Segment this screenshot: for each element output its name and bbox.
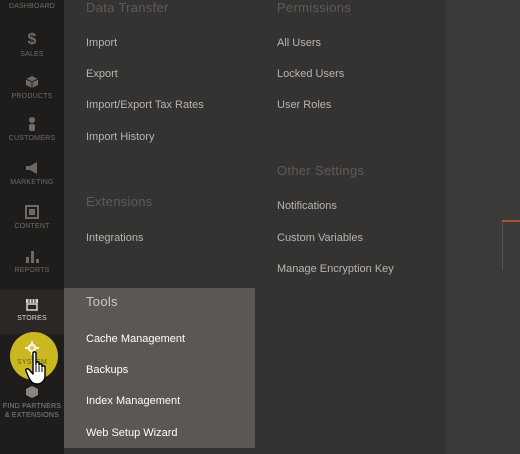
menu-link-index-management[interactable]: Index Management <box>86 395 180 407</box>
page-accent-line <box>502 220 520 222</box>
menu-link-all-users[interactable]: All Users <box>277 37 321 49</box>
nav-item-label: PRODUCTS <box>11 93 53 100</box>
nav-item-products[interactable]: PRODUCTS <box>0 74 64 101</box>
hand-pointer-icon <box>25 351 46 385</box>
admin-nav-rail: DASHBOARD $ SALES PRODUCTS CUSTOMERS MAR… <box>0 0 64 454</box>
store-icon <box>26 299 38 311</box>
group-title-permissions: Permissions <box>277 0 352 15</box>
nav-item-label: STORES <box>17 315 47 322</box>
nav-item-stores[interactable]: STORES <box>0 290 64 334</box>
group-title-extensions: Extensions <box>86 194 153 209</box>
group-title-data-transfer: Data Transfer <box>86 0 169 15</box>
dollar-icon: $ <box>27 31 37 48</box>
system-flyout-menu: Data Transfer Import Export Import/Expor… <box>64 0 446 454</box>
layout-icon <box>25 205 39 219</box>
nav-item-dashboard[interactable]: DASHBOARD <box>0 2 64 11</box>
menu-link-notifications[interactable]: Notifications <box>277 200 337 212</box>
menu-link-import-export-tax-rates[interactable]: Import/Export Tax Rates <box>86 99 204 111</box>
nav-item-find-partners[interactable]: FIND PARTNERS & EXTENSIONS <box>0 384 64 420</box>
menu-link-manage-encryption-key[interactable]: Manage Encryption Key <box>277 263 394 275</box>
person-icon <box>29 117 35 131</box>
page-content-overlay <box>446 0 520 454</box>
menu-link-cache-management[interactable]: Cache Management <box>86 333 185 345</box>
nav-item-marketing[interactable]: MARKETING <box>0 160 64 187</box>
menu-link-web-setup-wizard[interactable]: Web Setup Wizard <box>86 427 178 439</box>
group-title-other-settings: Other Settings <box>277 163 365 178</box>
menu-link-integrations[interactable]: Integrations <box>86 232 143 244</box>
nav-item-label: FIND PARTNERS & EXTENSIONS <box>2 403 62 419</box>
nav-item-customers[interactable]: CUSTOMERS <box>0 116 64 143</box>
nav-item-label: MARKETING <box>10 179 54 186</box>
nav-item-reports[interactable]: REPORTS <box>0 248 64 275</box>
menu-link-locked-users[interactable]: Locked Users <box>277 68 344 80</box>
page-divider-line <box>502 222 503 270</box>
menu-link-export[interactable]: Export <box>86 68 118 80</box>
nav-item-label: CONTENT <box>14 223 50 230</box>
menu-link-user-roles[interactable]: User Roles <box>277 99 331 111</box>
bar-chart-icon <box>26 251 39 263</box>
cube-icon <box>25 76 39 88</box>
nav-item-content[interactable]: CONTENT <box>0 204 64 231</box>
menu-link-import[interactable]: Import <box>86 37 117 49</box>
menu-link-backups[interactable]: Backups <box>86 364 128 376</box>
megaphone-icon <box>26 162 37 174</box>
tools-group-panel: Tools Cache Management Backups Index Man… <box>64 288 255 448</box>
menu-link-import-history[interactable]: Import History <box>86 131 154 143</box>
nav-item-label: DASHBOARD <box>8 3 56 10</box>
group-title-tools: Tools <box>86 294 118 309</box>
nav-item-label: CUSTOMERS <box>8 135 56 142</box>
nav-item-sales[interactable]: $ SALES <box>0 32 64 59</box>
box-icon <box>26 386 38 398</box>
menu-link-custom-variables[interactable]: Custom Variables <box>277 232 363 244</box>
nav-item-label: SALES <box>20 51 44 58</box>
nav-item-label: REPORTS <box>14 267 50 274</box>
